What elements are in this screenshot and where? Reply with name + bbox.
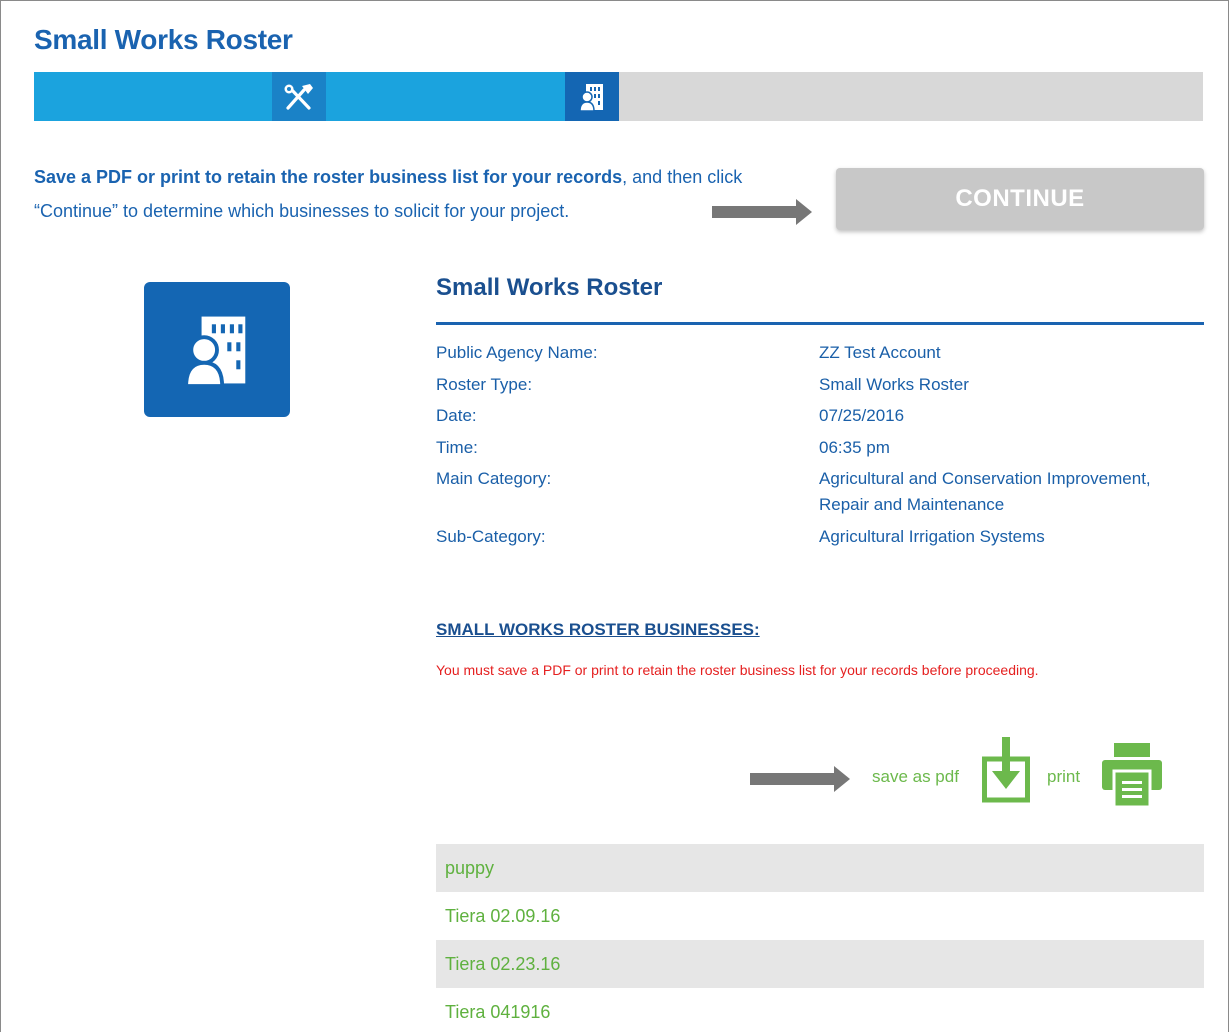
download-icon[interactable] bbox=[982, 737, 1030, 803]
businesses-heading: SMALL WORKS ROSTER BUSINESSES: bbox=[436, 620, 760, 639]
roster-section-title: Small Works Roster bbox=[436, 274, 663, 301]
list-item[interactable]: puppy bbox=[436, 844, 1204, 892]
detail-value: 07/25/2016 bbox=[819, 406, 905, 425]
detail-row-date: Date: 07/25/2016 bbox=[436, 403, 1204, 429]
detail-label: Public Agency Name: bbox=[436, 343, 598, 362]
detail-row-main-category: Main Category: Agricultural and Conserva… bbox=[436, 466, 1204, 518]
section-divider bbox=[436, 322, 1204, 325]
business-list: puppy Tiera 02.09.16 Tiera 02.23.16 Tier… bbox=[436, 844, 1204, 1036]
detail-row-sub-category: Sub-Category: Agricultural Irrigation Sy… bbox=[436, 524, 1204, 550]
roster-building-icon bbox=[580, 83, 603, 111]
detail-row-roster-type: Roster Type: Small Works Roster bbox=[436, 372, 1204, 398]
detail-label: Time: bbox=[436, 437, 478, 457]
roster-building-icon bbox=[186, 316, 246, 386]
continue-button[interactable]: CONTINUE bbox=[836, 168, 1204, 230]
detail-value: ZZ Test Account bbox=[819, 343, 941, 362]
save-pdf-link[interactable]: save as pdf bbox=[872, 767, 959, 787]
list-item[interactable]: Tiera 02.09.16 bbox=[436, 892, 1204, 940]
detail-value: 06:35 pm bbox=[819, 437, 890, 457]
step-roster[interactable] bbox=[565, 72, 619, 121]
printer-icon[interactable] bbox=[1102, 743, 1162, 807]
progress-fill bbox=[34, 72, 619, 121]
detail-label: Main Category: bbox=[436, 469, 552, 488]
warning-text: You must save a PDF or print to retain t… bbox=[436, 662, 1039, 678]
progress-bar bbox=[34, 72, 1203, 121]
list-item[interactable]: Tiera 02.23.16 bbox=[436, 940, 1204, 988]
tools-icon bbox=[284, 83, 313, 110]
step-tools[interactable] bbox=[272, 72, 326, 121]
detail-row-agency: Public Agency Name: ZZ Test Account bbox=[436, 340, 1204, 366]
roster-details: Public Agency Name: ZZ Test Account Rost… bbox=[436, 340, 1204, 555]
detail-label: Sub-Category: bbox=[436, 526, 546, 546]
intro-text: Save a PDF or print to retain the roster… bbox=[34, 160, 824, 228]
intro-bold: Save a PDF or print to retain the roster… bbox=[34, 167, 623, 187]
detail-label: Roster Type: bbox=[436, 374, 533, 394]
arrow-right-icon bbox=[712, 199, 812, 225]
print-link[interactable]: print bbox=[1047, 767, 1080, 787]
detail-value: Agricultural Irrigation Systems bbox=[819, 526, 1045, 546]
page-title: Small Works Roster bbox=[34, 24, 293, 55]
detail-label: Date: bbox=[436, 406, 477, 425]
detail-value: Small Works Roster bbox=[819, 374, 969, 394]
roster-logo bbox=[144, 282, 290, 417]
list-item[interactable]: Tiera 041916 bbox=[436, 988, 1204, 1036]
detail-row-time: Time: 06:35 pm bbox=[436, 435, 1204, 461]
detail-value: Agricultural and Conservation Improvemen… bbox=[819, 469, 1151, 514]
arrow-right-icon bbox=[750, 766, 850, 792]
